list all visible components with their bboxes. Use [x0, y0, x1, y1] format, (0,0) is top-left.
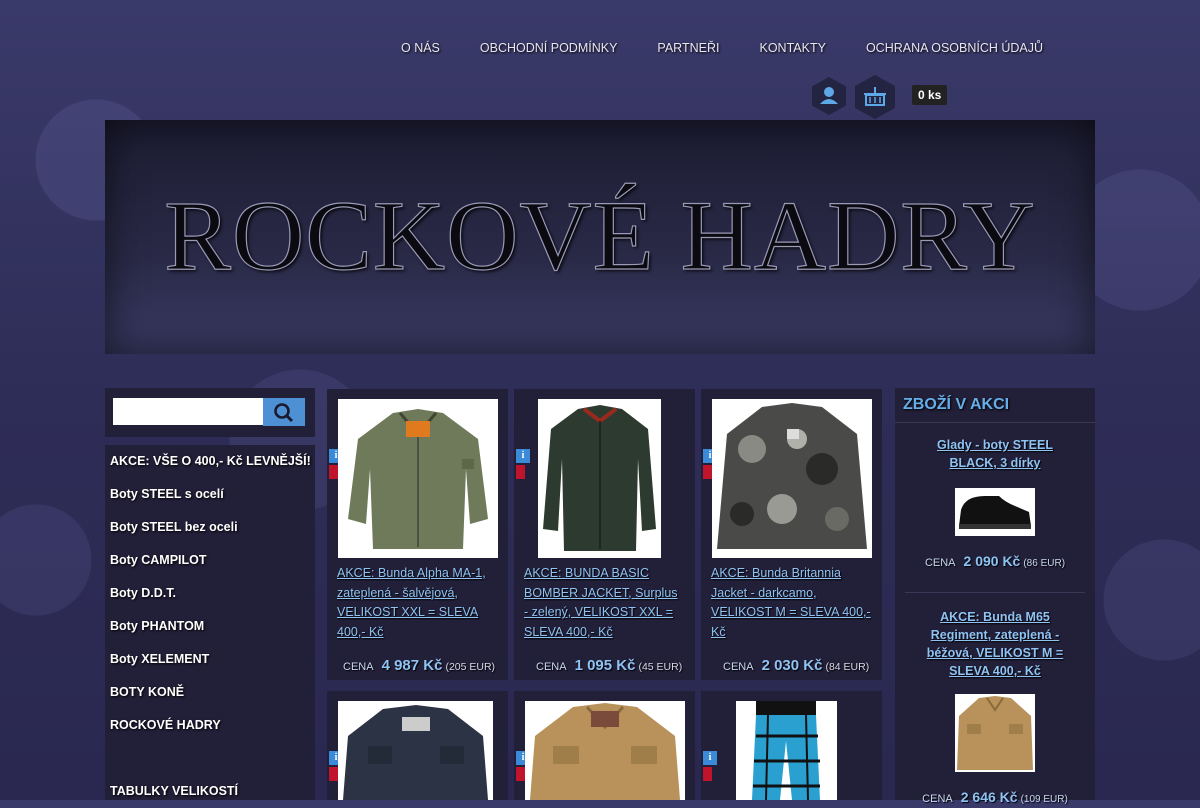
- price-eur: (205 EUR): [445, 661, 496, 673]
- sale-item-image[interactable]: [955, 488, 1035, 536]
- category-menu: AKCE: VŠE O 400,- Kč LEVNĚJŠÍ! Boty STEE…: [105, 445, 315, 800]
- price-value: 1 095 Kč: [574, 657, 636, 674]
- search-button[interactable]: [263, 398, 305, 426]
- sale-item[interactable]: Glady - boty STEEL BLACK, 3 dírky CENA 2 …: [895, 436, 1095, 569]
- cart-count[interactable]: 0 ks: [912, 85, 948, 105]
- price-label: CENA: [922, 793, 953, 805]
- sale-flag-icon: [329, 465, 338, 479]
- sale-item-price: CENA 2 090 Kč (86 EUR): [895, 553, 1095, 569]
- product-image[interactable]: [538, 399, 661, 558]
- price-label: CENA: [536, 661, 567, 673]
- price-eur: (45 EUR): [638, 661, 683, 673]
- nav-partneri[interactable]: PARTNEŘI: [637, 41, 739, 55]
- sidebar-item-boty-campilot[interactable]: Boty CAMPILOT: [105, 544, 315, 577]
- product-badges: i: [703, 751, 717, 781]
- product-card[interactable]: i: [327, 691, 508, 800]
- user-account-button[interactable]: [812, 77, 846, 115]
- product-image[interactable]: [736, 701, 837, 800]
- cart-button[interactable]: [855, 75, 895, 119]
- product-price: CENA 1 095 Kč (45 EUR): [536, 657, 682, 674]
- sidebar-item-rockove-hadry[interactable]: ROCKOVÉ HADRY: [105, 709, 315, 742]
- sale-item-image[interactable]: [955, 694, 1035, 772]
- sale-panel-title: ZBOŽÍ V AKCI: [895, 388, 1095, 423]
- nav-o-nas[interactable]: O NÁS: [381, 41, 460, 55]
- price-value: 2 646 Kč: [960, 789, 1018, 805]
- sale-item-price: CENA 2 646 Kč (109 EUR): [895, 789, 1095, 805]
- sidebar-item-boty-ddt[interactable]: Boty D.D.T.: [105, 577, 315, 610]
- product-badges: i: [516, 449, 530, 479]
- search-input[interactable]: [113, 398, 263, 425]
- sidebar-item-boty-steel-bez-oceli[interactable]: Boty STEEL bez oceli: [105, 511, 315, 544]
- search-icon: [274, 403, 294, 423]
- jacket-image: [712, 399, 872, 558]
- price-eur: (84 EUR): [825, 661, 870, 673]
- jacket-image: [530, 703, 680, 800]
- info-icon[interactable]: i: [516, 449, 530, 463]
- basket-icon: [864, 87, 886, 106]
- price-value: 2 090 Kč: [963, 553, 1021, 569]
- product-card[interactable]: i AKCE: BUNDA BASIC BOMBER JACKET, Surpl…: [514, 389, 695, 680]
- boot-image: [959, 496, 1031, 529]
- sidebar-item-akce[interactable]: AKCE: VŠE O 400,- Kč LEVNĚJŠÍ!: [105, 445, 315, 478]
- top-navigation: O NÁS OBCHODNÍ PODMÍNKY PARTNEŘI KONTAKT…: [381, 41, 1063, 55]
- sidebar-item-boty-phantom[interactable]: Boty PHANTOM: [105, 610, 315, 643]
- product-name[interactable]: AKCE: BUNDA BASIC BOMBER JACKET, Surplus…: [524, 564, 684, 642]
- jacket-image: [957, 696, 1033, 770]
- product-price: CENA 2 030 Kč (84 EUR): [723, 657, 869, 674]
- sale-flag-icon: [703, 767, 712, 781]
- product-card[interactable]: i: [514, 691, 695, 800]
- sale-flag-icon: [329, 767, 338, 781]
- price-label: CENA: [343, 661, 374, 673]
- search-box: [105, 388, 315, 437]
- product-image[interactable]: [338, 701, 493, 800]
- sale-flag-icon: [516, 465, 525, 479]
- nav-ochrana-udaju[interactable]: OCHRANA OSOBNÍCH ÚDAJŮ: [846, 41, 1063, 55]
- product-image[interactable]: [525, 701, 685, 800]
- site-title: ROCKOVÉ HADRY: [164, 180, 1036, 291]
- sidebar-item-boty-steel-oceli[interactable]: Boty STEEL s ocelí: [105, 478, 315, 511]
- sidebar-item-boty-xelement[interactable]: Boty XELEMENT: [105, 643, 315, 676]
- product-image[interactable]: [338, 399, 498, 558]
- nav-obchodni-podminky[interactable]: OBCHODNÍ PODMÍNKY: [460, 41, 638, 55]
- divider: [905, 592, 1085, 593]
- product-card[interactable]: i AKCE: Bunda Alpha MA-1, zateplená - ša…: [327, 389, 508, 680]
- price-eur: (86 EUR): [1023, 558, 1066, 569]
- price-value: 4 987 Kč: [381, 657, 443, 674]
- sale-panel: ZBOŽÍ V AKCI Glady - boty STEEL BLACK, 3…: [895, 388, 1095, 805]
- sale-item[interactable]: AKCE: Bunda M65 Regiment, zateplená - bé…: [895, 608, 1095, 805]
- product-image[interactable]: [712, 399, 872, 558]
- header-banner[interactable]: ROCKOVÉ HADRY: [105, 120, 1095, 354]
- jacket-image: [343, 705, 488, 800]
- user-icon: [820, 87, 838, 104]
- sidebar-item-boty-kone[interactable]: BOTY KONĚ: [105, 676, 315, 709]
- price-value: 2 030 Kč: [761, 657, 823, 674]
- product-name[interactable]: AKCE: Bunda Alpha MA-1, zateplená - šalv…: [337, 564, 497, 642]
- sale-item-name[interactable]: AKCE: Bunda M65 Regiment, zateplená - bé…: [927, 610, 1064, 678]
- sale-flag-icon: [703, 465, 712, 479]
- product-price: CENA 4 987 Kč (205 EUR): [343, 657, 495, 674]
- product-name[interactable]: AKCE: Bunda Britannia Jacket - darkcamo,…: [711, 564, 871, 642]
- jacket-image: [348, 409, 488, 549]
- price-label: CENA: [723, 661, 754, 673]
- product-card[interactable]: i: [701, 691, 882, 800]
- jacket-image: [543, 405, 656, 551]
- sale-flag-icon: [516, 767, 525, 781]
- info-icon[interactable]: i: [703, 751, 717, 765]
- price-label: CENA: [924, 557, 956, 569]
- nav-kontakty[interactable]: KONTAKTY: [739, 41, 845, 55]
- sidebar-item-tabulky-velikosti[interactable]: TABULKY VELIKOSTÍ: [105, 775, 315, 808]
- sale-item-name[interactable]: Glady - boty STEEL BLACK, 3 dírky: [937, 438, 1053, 470]
- product-card[interactable]: i AKCE: Bunda Britannia Jacket - darkcam…: [701, 389, 882, 680]
- trousers-image: [752, 701, 820, 800]
